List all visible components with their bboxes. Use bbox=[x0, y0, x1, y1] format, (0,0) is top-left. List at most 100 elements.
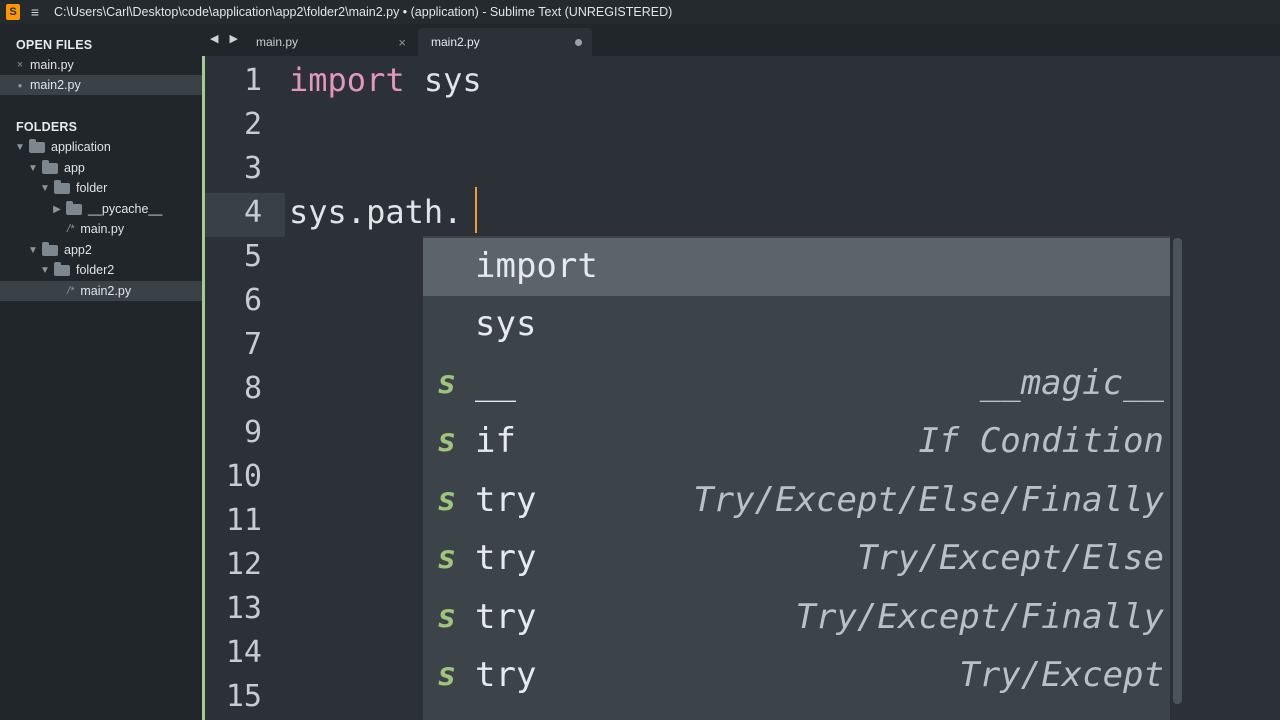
completion-trigger: try bbox=[475, 538, 537, 578]
tree-folder-app[interactable]: ▼ app bbox=[0, 158, 202, 178]
tab-nav-arrows-icon[interactable]: ◀ ▶ bbox=[210, 32, 242, 45]
completion-item[interactable]: s try Try/Except bbox=[423, 647, 1170, 705]
tree-label: main2.py bbox=[80, 284, 132, 298]
line-number: 2 bbox=[243, 107, 262, 142]
completion-item[interactable]: s try Try/Except/Finally bbox=[423, 589, 1170, 647]
completion-annotation: __magic__ bbox=[979, 363, 1164, 403]
completion-trigger: __ bbox=[475, 363, 516, 403]
line-number: 7 bbox=[243, 327, 262, 362]
hamburger-menu-icon[interactable]: ≡ bbox=[28, 4, 42, 20]
completion-item[interactable]: s if If Condition bbox=[423, 413, 1170, 471]
keyword-token: import bbox=[289, 61, 405, 99]
snippet-kind-icon: s bbox=[437, 480, 457, 518]
tab-bar: ◀ ▶ main.py × main2.py bbox=[202, 24, 1280, 56]
close-icon[interactable]: × bbox=[13, 59, 27, 71]
line-number: 11 bbox=[225, 503, 262, 538]
line-number: 14 bbox=[225, 635, 262, 670]
sublime-logo-icon: S bbox=[6, 4, 20, 20]
snippet-kind-icon: s bbox=[437, 655, 457, 693]
completion-annotation: Try/Except/Else bbox=[856, 538, 1164, 578]
completion-trigger: try bbox=[475, 655, 537, 695]
folder-open-icon bbox=[29, 138, 45, 153]
chevron-down-icon[interactable]: ▼ bbox=[15, 142, 25, 153]
completion-annotation: If Condition bbox=[918, 421, 1164, 461]
completion-item[interactable]: import bbox=[423, 238, 1170, 296]
line-number: 1 bbox=[243, 63, 262, 98]
line-number: 9 bbox=[243, 415, 262, 450]
tree-file-main-py[interactable]: /* main.py bbox=[0, 219, 202, 239]
tree-label: folder2 bbox=[76, 263, 115, 277]
sidebar: OPEN FILES × main.py ● main2.py FOLDERS … bbox=[0, 24, 202, 720]
line-number: 3 bbox=[243, 151, 262, 186]
tab-label: main2.py bbox=[431, 35, 480, 49]
folder-open-icon bbox=[42, 159, 58, 174]
completion-annotation: Try/Except bbox=[959, 655, 1164, 695]
chevron-down-icon[interactable]: ▼ bbox=[28, 245, 38, 256]
open-file-main-py[interactable]: × main.py bbox=[0, 55, 202, 75]
tree-label: __pycache__ bbox=[88, 202, 163, 216]
tree-file-main2-py[interactable]: /* main2.py bbox=[0, 281, 202, 301]
tree-label: application bbox=[51, 140, 111, 154]
line-number: 5 bbox=[243, 239, 262, 274]
completion-trigger: if bbox=[475, 421, 516, 461]
completion-trigger: try bbox=[475, 597, 537, 637]
chevron-down-icon[interactable]: ▼ bbox=[40, 265, 50, 276]
autocomplete-popup: import sys s __ __magic__ s if If Condit… bbox=[423, 236, 1170, 720]
line-number: 4 bbox=[243, 195, 262, 230]
snippet-kind-icon: s bbox=[437, 597, 457, 635]
code-line-4: sys.path. bbox=[289, 193, 463, 231]
completion-item[interactable]: sys bbox=[423, 296, 1170, 354]
chevron-right-icon[interactable]: ▶ bbox=[52, 204, 62, 215]
tree-label: app bbox=[64, 161, 85, 175]
open-file-label: main.py bbox=[30, 58, 74, 72]
folder-icon bbox=[66, 200, 82, 215]
code-token: sys bbox=[404, 61, 482, 99]
text-caret bbox=[475, 187, 477, 233]
tree-folder-application[interactable]: ▼ application bbox=[0, 137, 202, 157]
unsaved-dot-icon[interactable] bbox=[575, 38, 582, 46]
tab-label: main.py bbox=[256, 35, 299, 49]
open-file-label: main2.py bbox=[30, 78, 81, 92]
window-title: C:\Users\Carl\Desktop\code\application\a… bbox=[54, 5, 673, 19]
line-number: 12 bbox=[225, 547, 262, 582]
tree-label: main.py bbox=[80, 222, 125, 236]
line-number: 8 bbox=[243, 371, 262, 406]
line-number: 15 bbox=[225, 679, 262, 714]
title-bar: S ≡ C:\Users\Carl\Desktop\code\applicati… bbox=[0, 0, 1280, 24]
unsaved-dot-icon: ● bbox=[17, 80, 23, 90]
open-file-main2-py[interactable]: ● main2.py bbox=[0, 75, 202, 95]
line-number: 13 bbox=[225, 591, 262, 626]
file-icon: /* bbox=[67, 285, 75, 297]
tree-label: app2 bbox=[64, 243, 92, 257]
close-icon[interactable]: × bbox=[398, 35, 406, 50]
line-number: 10 bbox=[225, 459, 262, 494]
tree-folder-folder2[interactable]: ▼ folder2 bbox=[0, 260, 202, 280]
chevron-down-icon[interactable]: ▼ bbox=[28, 163, 38, 174]
completion-trigger: try bbox=[475, 480, 537, 520]
snippet-kind-icon: s bbox=[437, 363, 457, 401]
completion-trigger: sys bbox=[475, 304, 537, 344]
autocomplete-scrollbar[interactable] bbox=[1173, 238, 1182, 704]
tree-folder-pycache[interactable]: ▶ __pycache__ bbox=[0, 199, 202, 219]
tree-folder-app2[interactable]: ▼ app2 bbox=[0, 240, 202, 260]
completion-trigger: import bbox=[475, 246, 598, 286]
line-number: 6 bbox=[243, 283, 262, 318]
file-icon: /* bbox=[67, 223, 75, 235]
folder-open-icon bbox=[42, 241, 58, 256]
snippet-kind-icon: s bbox=[437, 538, 457, 576]
tree-folder-folder[interactable]: ▼ folder bbox=[0, 178, 202, 198]
completion-item[interactable]: s try Try/Except/Else/Finally bbox=[423, 472, 1170, 530]
tab-main2-py[interactable]: main2.py bbox=[418, 28, 592, 56]
folder-open-icon bbox=[54, 179, 70, 194]
open-files-header: OPEN FILES bbox=[16, 38, 93, 52]
chevron-down-icon[interactable]: ▼ bbox=[40, 183, 50, 194]
folder-open-icon bbox=[54, 261, 70, 276]
completion-item[interactable]: s try Try/Except/Else bbox=[423, 530, 1170, 588]
folders-header: FOLDERS bbox=[16, 120, 78, 134]
code-line-1: import sys bbox=[289, 61, 482, 99]
tree-label: folder bbox=[76, 181, 108, 195]
completion-item[interactable]: s __ __magic__ bbox=[423, 355, 1170, 413]
tab-main-py[interactable]: main.py × bbox=[242, 28, 414, 56]
completion-annotation: Try/Except/Else/Finally bbox=[693, 480, 1164, 520]
snippet-kind-icon: s bbox=[437, 421, 457, 459]
